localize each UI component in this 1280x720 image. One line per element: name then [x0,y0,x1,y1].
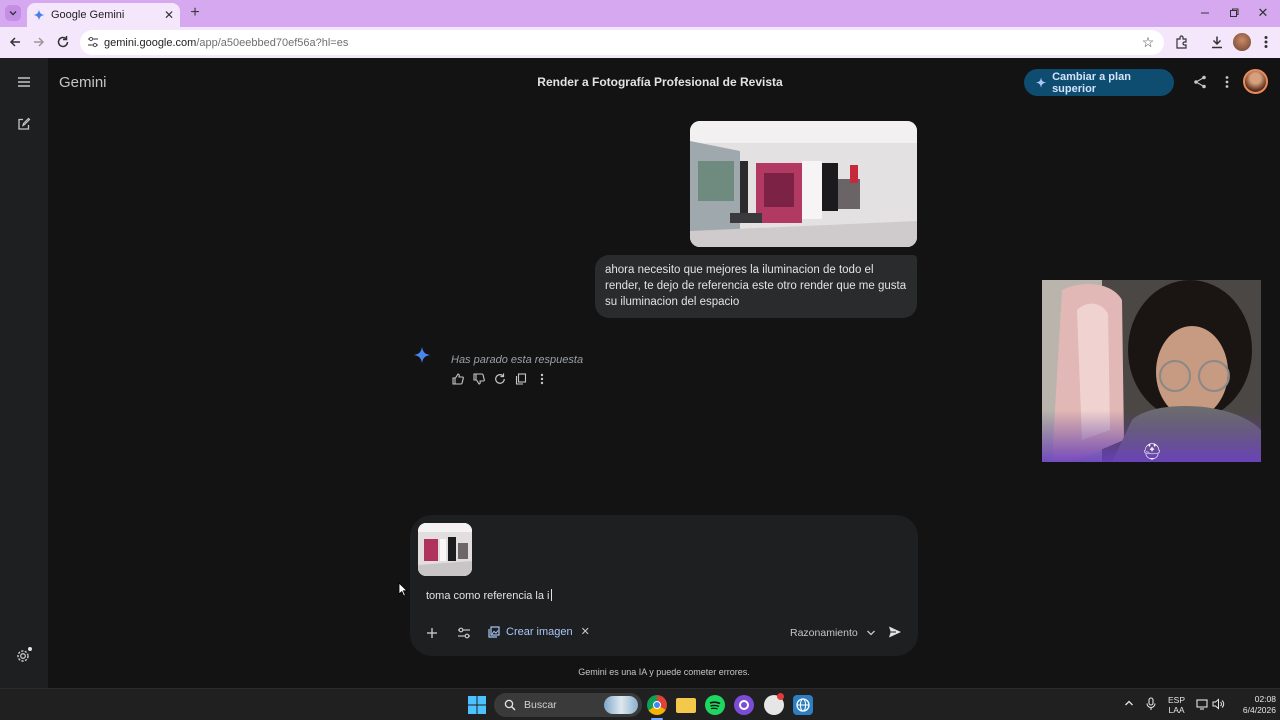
webcam-overlay: ⛑ [1042,280,1261,462]
svg-text:⛑: ⛑ [1142,442,1162,461]
copy-icon[interactable] [513,371,529,387]
extensions-icon[interactable] [1173,33,1191,51]
conversation-title: Render a Fotografía Profesional de Revis… [537,75,783,89]
gemini-spark-icon [413,346,431,364]
back-arrow-icon[interactable] [6,33,24,51]
browser-tab-gemini[interactable]: Google Gemini ✕ [27,3,180,27]
tab-title: Google Gemini [51,9,125,21]
window-minimize-icon[interactable] [1196,4,1214,22]
system-clock[interactable]: 02:08 6/4/2026 [1230,694,1276,716]
user-message-bubble: ahora necesito que mejores la iluminacio… [595,255,917,318]
gemini-app: Gemini Render a Fotografía Profesional d… [0,58,1280,688]
recording-app-icon[interactable] [764,693,784,715]
share-icon[interactable] [1190,72,1210,92]
remove-chip-icon[interactable]: ✕ [581,625,590,638]
model-mode-selector[interactable]: Razonamiento [790,627,876,639]
search-label: Buscar [524,699,557,711]
chrome-app-icon[interactable] [647,695,667,715]
side-navigation [0,58,48,688]
clock-date: 6/4/2026 [1242,705,1276,715]
attached-image-thumbnail[interactable] [418,523,472,576]
gemini-brand[interactable]: Gemini [59,74,107,91]
upgrade-label: Cambiar a plan superior [1052,70,1131,95]
volume-icon[interactable] [1212,698,1225,710]
create-image-label: Crear imagen [506,625,573,638]
download-icon[interactable] [1208,33,1226,51]
url-path: /app/a50eebbed70ef56a?hl=es [196,36,349,49]
mode-label: Razonamiento [790,627,858,639]
bookmark-star-icon[interactable]: ☆ [1139,33,1157,51]
forward-arrow-icon[interactable] [30,33,48,51]
add-attachment-icon[interactable] [424,625,440,641]
response-more-icon[interactable] [534,371,550,387]
profile-avatar-icon[interactable] [1233,33,1251,51]
input-language[interactable]: ESP LAA [1168,695,1185,715]
window-restore-icon[interactable] [1225,4,1243,22]
response-stopped-text: Has parado esta respuesta [451,354,584,366]
tools-icon[interactable] [456,625,472,641]
user-avatar[interactable] [1243,69,1268,94]
upgrade-plan-button[interactable]: ✦ Cambiar a plan superior [1024,69,1174,96]
mouse-cursor-icon [398,582,408,597]
main-menu-icon[interactable] [14,72,34,92]
image-gallery-icon [488,625,500,638]
address-bar[interactable]: gemini.google.com/app/a50eebbed70ef56a?h… [80,30,1164,55]
send-icon[interactable] [886,623,904,641]
lang-code: ESP [1168,695,1186,705]
browser-menu-icon[interactable] [1257,33,1275,51]
windows-start-icon[interactable] [468,696,486,714]
search-highlight-icon [604,696,638,714]
microphone-icon[interactable] [1146,697,1156,711]
prompt-text: toma como referencia la i [426,590,550,602]
settings-gear-icon[interactable] [14,645,34,665]
browser-toolbar: gemini.google.com/app/a50eebbed70ef56a?h… [0,27,1280,58]
site-info-icon[interactable] [87,36,99,48]
file-explorer-icon[interactable] [676,698,696,713]
reload-icon[interactable] [54,33,72,51]
disclaimer-text: Gemini es una IA y puede cometer errores… [578,667,750,677]
text-caret [550,589,552,601]
url-host: gemini.google.com [104,36,197,49]
network-icon[interactable] [1196,698,1208,710]
tab-list-dropdown-icon[interactable] [5,5,21,21]
search-icon [504,699,516,711]
gemini-favicon-icon [33,9,45,21]
tab-close-icon[interactable]: ✕ [164,8,174,22]
prompt-input[interactable]: toma como referencia la i [426,589,552,602]
regenerate-icon[interactable] [492,371,508,387]
tray-chevron-up-icon[interactable] [1124,699,1134,707]
prompt-composer: toma como referencia la i Crear imagen ✕… [410,515,918,656]
clock-time: 02:08 [1254,694,1276,704]
create-image-chip[interactable]: Crear imagen ✕ [488,625,590,638]
taskbar-search[interactable]: Buscar [494,693,642,717]
new-chat-icon[interactable] [14,114,34,134]
sparkle-icon: ✦ [1036,75,1047,90]
lang-layout: LAA [1168,705,1185,715]
chevron-down-icon [866,630,875,636]
globe-app-icon[interactable] [793,695,813,715]
thumbs-down-icon[interactable] [471,371,487,387]
user-uploaded-image[interactable] [690,121,917,247]
new-tab-icon[interactable]: + [186,4,204,22]
more-options-icon[interactable] [1217,72,1237,92]
thumbs-up-icon[interactable] [450,371,466,387]
circle-app-icon[interactable] [734,695,754,715]
window-close-icon[interactable]: ✕ [1254,4,1272,22]
windows-taskbar: Buscar ESP LAA 02:08 6/4/2026 [0,688,1280,720]
browser-tab-strip: Google Gemini ✕ + ✕ [0,0,1280,27]
spotify-icon[interactable] [705,695,725,715]
